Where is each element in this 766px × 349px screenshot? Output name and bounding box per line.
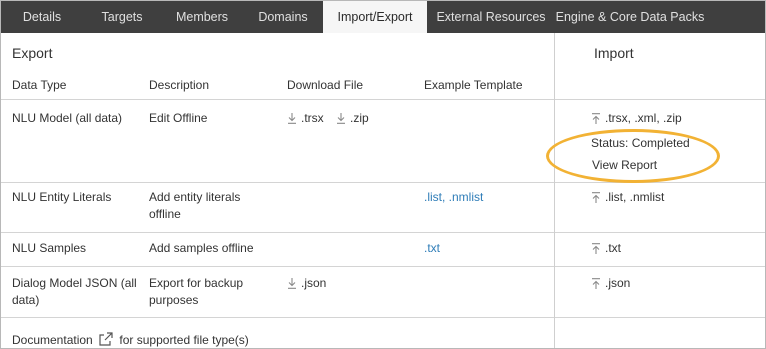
download-json-link[interactable]: .json [287,275,326,292]
download-trsx-link[interactable]: .trsx [287,110,324,127]
row-dialog-model-type: Dialog Model JSON (all data) [12,276,137,307]
row-nlu-model-type: NLU Model (all data) [12,111,123,125]
tab-domains[interactable]: Domains [243,1,323,33]
import-row-entity-literals: .list, .nmlist [591,189,761,208]
external-link-icon[interactable] [98,331,114,347]
import-row-nlu-samples: .txt [591,240,761,259]
upload-icon [592,243,600,254]
divider [555,317,765,318]
download-zip-label: .zip [350,111,369,125]
divider [1,232,554,233]
template-list-nmlist-link[interactable]: .list, .nmlist [424,189,544,206]
divider [555,182,765,183]
row-entity-literals-description: Add entity literals offline [149,190,241,221]
upload-list-nmlist[interactable]: .list, .nmlist [591,189,664,206]
download-trsx-label: .trsx [301,111,324,125]
upload-icon [592,192,600,203]
download-icon [288,278,296,289]
export-title: Export [12,45,53,61]
documentation-link[interactable]: Documentation [12,333,93,347]
divider [555,266,765,267]
header-example-template: Example Template [424,78,523,92]
upload-icon [592,113,600,124]
documentation-suffix: for supported file type(s) [119,333,249,347]
upload-txt[interactable]: .txt [591,240,621,257]
tab-bar: Details Targets Members Domains Import/E… [1,1,765,33]
tab-external-resources[interactable]: External Resources [427,1,555,33]
upload-json[interactable]: .json [591,275,630,292]
documentation-footer: Documentation for supported file type(s) [12,331,412,348]
divider [555,99,765,100]
download-icon [288,113,296,124]
divider [1,266,554,267]
template-txt-link[interactable]: .txt [424,240,544,257]
row-nlu-samples-description: Add samples offline [149,241,254,255]
tab-import-export[interactable]: Import/Export [323,1,427,33]
divider [1,182,554,183]
import-row-nlu-model: .trsx, .xml, .zip [591,110,761,129]
download-json-label: .json [301,276,327,290]
row-nlu-samples-type: NLU Samples [12,241,87,255]
project-settings-panel: Details Targets Members Domains Import/E… [0,0,766,349]
upload-types-label: .trsx, .xml, .zip [605,111,682,125]
tab-engine-core-data-packs[interactable]: Engine & Core Data Packs [555,1,705,33]
upload-trsx-xml-zip[interactable]: .trsx, .xml, .zip [591,110,682,127]
import-title: Import [594,45,634,61]
header-data-type: Data Type [12,78,67,92]
export-section: Export Data Type Description Download Fi… [1,33,554,348]
download-zip-link[interactable]: .zip [336,110,369,127]
header-download-file: Download File [287,78,364,92]
divider [1,317,554,318]
divider [1,99,554,100]
divider [555,232,765,233]
import-row-dialog-model: .json [591,275,761,294]
tab-members[interactable]: Members [161,1,243,33]
download-icon [337,113,346,124]
import-section: Import .trsx, .xml, .zip Status: Complet… [554,33,765,348]
row-dialog-model-description: Export for backup purposes [149,276,244,307]
row-dialog-model-downloads: .json [287,275,417,294]
row-nlu-model-downloads: .trsx .zip [287,110,417,129]
upload-types-label: .list, .nmlist [605,190,665,204]
upload-types-label: .txt [605,241,622,255]
tab-details[interactable]: Details [1,1,83,33]
row-nlu-model-description: Edit Offline [149,111,208,125]
header-description: Description [149,78,210,92]
upload-types-label: .json [605,276,631,290]
upload-icon [592,278,600,289]
highlight-ring [546,129,720,183]
tab-targets[interactable]: Targets [83,1,161,33]
row-entity-literals-type: NLU Entity Literals [12,190,112,204]
